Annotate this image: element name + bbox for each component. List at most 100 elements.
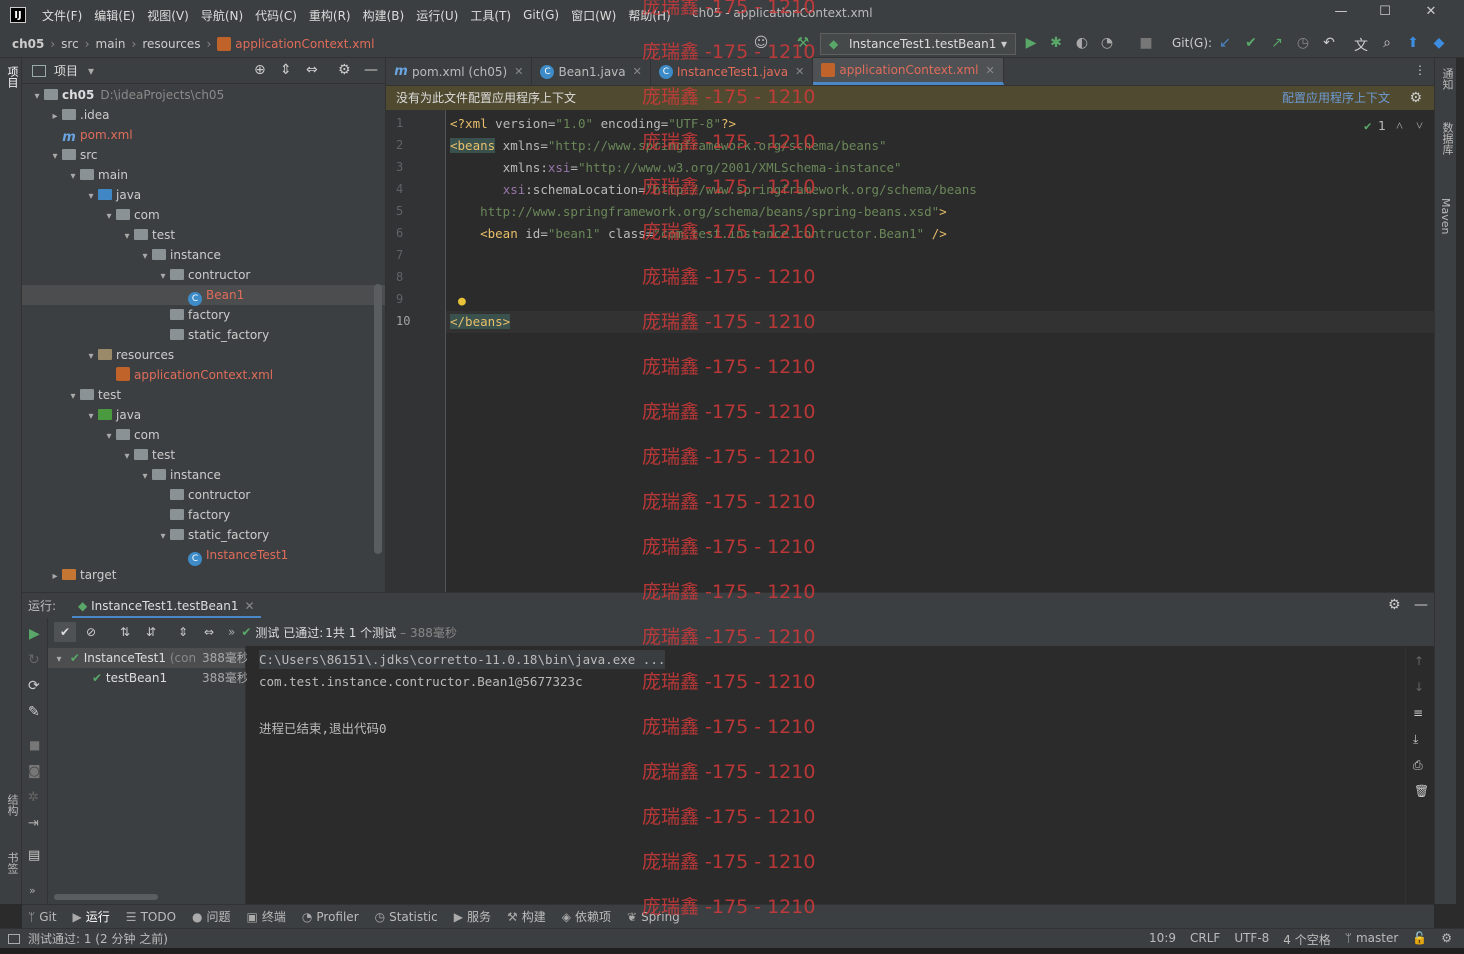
settings-icon[interactable]: ✲ (28, 790, 39, 805)
breadcrumb-resources[interactable]: resources (142, 37, 200, 51)
user-icon[interactable]: ☺ (752, 35, 770, 51)
more-icon[interactable]: » (228, 625, 235, 639)
close-tab-icon[interactable]: ✕ (514, 65, 523, 78)
breadcrumb-project[interactable]: ch05 (12, 37, 44, 51)
collapse-all-icon[interactable]: ⇔ (306, 62, 318, 78)
menu-build[interactable]: 构建(B) (357, 7, 411, 24)
expand-arrow-icon[interactable]: ▾ (84, 187, 98, 207)
expand-arrow-icon[interactable]: ▾ (102, 427, 116, 447)
tool-tab-5[interactable]: ◔ Profiler (302, 910, 359, 924)
line-separator[interactable]: CRLF (1190, 931, 1220, 948)
stripe-notifications[interactable]: 通知 (1439, 68, 1455, 90)
tree-item[interactable]: static_factory (22, 325, 385, 345)
tool-tab-10[interactable]: ❦ Spring (627, 910, 680, 924)
close-tab-icon[interactable]: ✕ (795, 65, 804, 78)
show-passed-icon[interactable]: ✔ (54, 622, 76, 642)
show-ignored-icon[interactable]: ⊘ (80, 625, 102, 639)
menu-git[interactable]: Git(G) (517, 8, 565, 22)
configure-context-link[interactable]: 配置应用程序上下文 (1282, 86, 1390, 110)
close-window-icon[interactable]: ✕ (1420, 4, 1442, 19)
test-tree-row-method[interactable]: ✔ testBean1 388毫秒 (48, 668, 249, 688)
tree-item[interactable]: ▾ test (22, 225, 385, 247)
tool-tab-1[interactable]: ▶ 运行 (73, 908, 110, 925)
tree-item[interactable]: ▾ static_factory (22, 525, 385, 545)
collapse-all-icon[interactable]: ⇔ (198, 625, 220, 639)
trash-icon[interactable]: 🗑 (1414, 784, 1429, 798)
chevron-down-icon[interactable]: ▾ (52, 650, 66, 670)
git-commit-icon[interactable]: ✔ (1242, 35, 1260, 51)
tool-tab-0[interactable]: ᛘ Git (28, 910, 57, 924)
tree-item[interactable]: ▾ test (22, 385, 385, 405)
search-icon[interactable]: ⌕ (1378, 35, 1396, 51)
tool-tab-3[interactable]: ● 问题 (192, 908, 231, 925)
expand-arrow-icon[interactable]: ▸ (48, 567, 62, 587)
gear-icon[interactable]: ⚙ (1409, 86, 1422, 110)
menu-window[interactable]: 窗口(W) (565, 7, 622, 24)
expand-all-icon[interactable]: ⇕ (280, 62, 292, 78)
lock-icon[interactable]: 🔓 (1412, 931, 1427, 948)
run-configuration-dropdown[interactable]: ◆ InstanceTest1.testBean1 ▾ (820, 33, 1016, 55)
project-panel-title[interactable]: 项目 (54, 62, 78, 79)
indent-setting[interactable]: 4 个空格 (1283, 931, 1330, 948)
expand-arrow-icon[interactable]: ▾ (138, 467, 152, 487)
menu-refactor[interactable]: 重构(R) (303, 7, 357, 24)
code-editor[interactable]: 1 2 3 4 5 6 7 8 9 10 <?xml version="1.0" encoding… (386, 110, 1434, 592)
tree-item[interactable]: applicationContext.xml (22, 365, 385, 385)
tree-item[interactable]: ▾ resources (22, 345, 385, 365)
scroll-up-icon[interactable]: ↑ (1414, 654, 1424, 668)
tree-item[interactable]: ▾ instance (22, 245, 385, 265)
tool-tab-9[interactable]: ◈ 依赖项 (562, 908, 611, 925)
debug-icon[interactable]: ✱ (1047, 35, 1065, 51)
menu-navigate[interactable]: 导航(N) (195, 7, 249, 24)
expand-arrow-icon[interactable]: ▾ (156, 267, 170, 287)
more-icon[interactable]: » (29, 884, 36, 897)
tree-item[interactable]: ▸ .idea (22, 105, 385, 127)
menu-file[interactable]: 文件(F) (36, 7, 88, 24)
tree-item[interactable]: C InstanceTest1 (22, 545, 385, 566)
console-output[interactable]: C:\Users\86151\.jdks\corretto-11.0.18\bi… (247, 646, 1405, 904)
expand-arrow-icon[interactable]: ▾ (48, 147, 62, 167)
rerun-failed-icon[interactable]: ↻ (28, 652, 40, 668)
tool-tab-4[interactable]: ▣ 终端 (247, 908, 286, 925)
tab-instancetest1-java[interactable]: C InstanceTest1.java ✕ (651, 58, 814, 85)
locate-icon[interactable]: ⊕ (254, 62, 266, 78)
toggle-auto-test-icon[interactable]: ⟳ (28, 678, 40, 694)
tool-tab-6[interactable]: ◷ Statistic (375, 910, 438, 924)
tree-item[interactable]: ▾ src (22, 145, 385, 167)
tool-tab-7[interactable]: ▶ 服务 (454, 908, 491, 925)
expand-arrow-icon[interactable]: ▸ (48, 107, 62, 127)
inspection-ok-icon[interactable]: ✔ (1364, 118, 1372, 133)
rerun-icon[interactable]: ▶ (29, 626, 40, 642)
menu-view[interactable]: 视图(V) (141, 7, 195, 24)
wrench-icon[interactable]: ✎ (28, 704, 40, 720)
expand-arrow-icon[interactable]: ▾ (102, 207, 116, 227)
scroll-to-end-icon[interactable]: ⤓ (1413, 732, 1418, 747)
close-tab-icon[interactable]: ✕ (986, 64, 995, 77)
tree-item[interactable]: ▾ java (22, 405, 385, 425)
chevron-down-icon[interactable]: ˅ (1416, 118, 1423, 134)
tree-item[interactable]: ▾ test (22, 445, 385, 467)
run-icon[interactable]: ▶ (1022, 35, 1040, 51)
rollback-icon[interactable]: ↶ (1320, 35, 1338, 51)
expand-arrow-icon[interactable]: ▾ (120, 447, 134, 467)
status-toggle-icon[interactable] (8, 933, 20, 944)
expand-arrow-icon[interactable]: ▾ (120, 227, 134, 247)
tree-item[interactable]: ▾ java (22, 185, 385, 207)
more-tabs-icon[interactable]: ⋮ (1414, 63, 1426, 77)
lightbulb-icon[interactable]: ● (458, 294, 466, 309)
close-tab-icon[interactable]: ✕ (633, 65, 642, 78)
profile-icon[interactable]: ◔ (1098, 35, 1116, 51)
hide-panel-icon[interactable]: — (1414, 597, 1428, 613)
sort-duration-icon[interactable]: ⇵ (140, 625, 162, 639)
status-message[interactable]: 测试通过: 1 (2 分钟 之前) (28, 930, 168, 947)
menu-run[interactable]: 运行(U) (410, 7, 464, 24)
coverage-icon[interactable]: ◐ (1073, 35, 1091, 51)
tree-item[interactable]: ▾ com (22, 205, 385, 227)
plugin-icon[interactable]: ◆ (1430, 35, 1448, 51)
git-history-icon[interactable]: ◷ (1294, 35, 1312, 51)
hide-panel-icon[interactable]: — (364, 62, 378, 78)
stripe-maven[interactable]: Maven (1439, 198, 1452, 234)
settings-icon[interactable]: ⚙ (1441, 931, 1452, 948)
soft-wrap-icon[interactable]: ≡ (1413, 706, 1423, 720)
tree-item[interactable]: C Bean1 (22, 285, 385, 306)
